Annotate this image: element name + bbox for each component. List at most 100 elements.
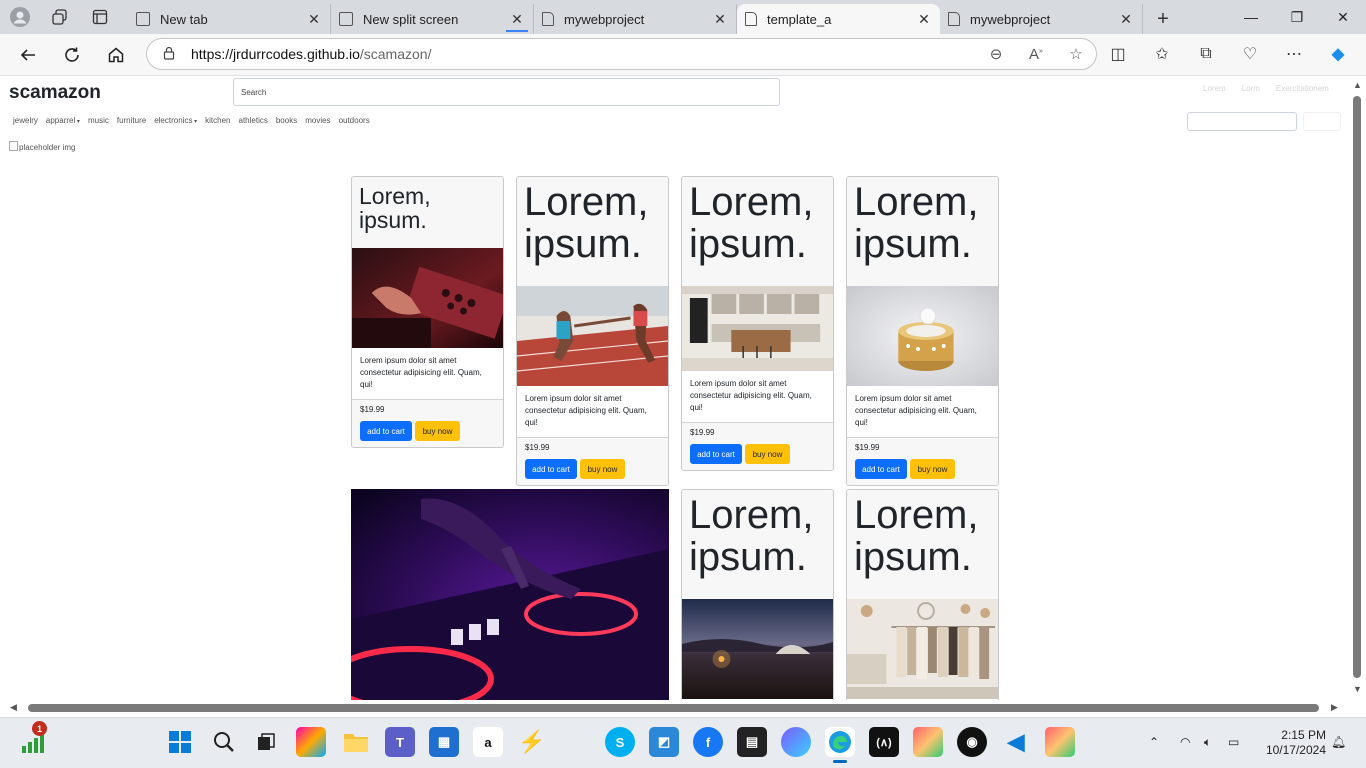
category-furniture[interactable]: furniture	[117, 116, 146, 125]
skype-icon[interactable]: S	[605, 727, 635, 757]
copilot-icon[interactable]: ◆	[1316, 36, 1360, 72]
back-icon[interactable]	[6, 37, 50, 73]
browser-essentials-icon[interactable]: ♡	[1228, 36, 1272, 72]
stocks-widget-icon[interactable]: 1	[18, 721, 48, 757]
close-icon[interactable]: ✕	[1118, 11, 1134, 28]
home-icon[interactable]	[94, 37, 138, 73]
edge-icon[interactable]	[825, 727, 855, 763]
buy-now-button[interactable]: buy now	[415, 421, 460, 441]
tab-new-split-screen[interactable]: New split screen ✕	[331, 4, 534, 34]
tab-mywebproject-2[interactable]: mywebproject ✕	[940, 4, 1143, 34]
lock-icon[interactable]	[163, 46, 175, 63]
vscode-icon[interactable]: ◀	[1001, 727, 1031, 757]
secondary-search-input[interactable]	[1187, 112, 1297, 131]
category-athletics[interactable]: athletics	[239, 116, 268, 125]
document-icon	[745, 12, 757, 26]
category-music[interactable]: music	[88, 116, 109, 125]
category-movies[interactable]: movies	[305, 116, 330, 125]
add-to-cart-button[interactable]: add to cart	[525, 459, 577, 479]
scroll-up-icon[interactable]: ▲	[1353, 80, 1362, 90]
collections-icon[interactable]: ⧉	[1184, 36, 1228, 72]
store-icon[interactable]: ▦	[429, 727, 459, 757]
power-automate-icon[interactable]: ⚡	[517, 727, 547, 757]
close-icon[interactable]: ✕	[916, 11, 932, 28]
category-jewelry[interactable]: jewelry	[13, 116, 38, 125]
close-icon[interactable]: ✕	[306, 11, 322, 28]
tab-template-a[interactable]: template_a ✕	[737, 4, 940, 34]
news-icon[interactable]: ▤	[737, 727, 767, 757]
top-link[interactable]: Lorm	[1242, 84, 1260, 93]
add-to-cart-button[interactable]: add to cart	[360, 421, 412, 441]
notifications-bell-icon[interactable]: 🔔︎	[1331, 735, 1346, 749]
teams-icon[interactable]: T	[385, 727, 415, 757]
card-title: Lorem, ipsum.	[847, 490, 998, 599]
favorite-star-icon[interactable]: ☆	[1056, 45, 1096, 63]
minimize-icon[interactable]: —	[1228, 0, 1274, 34]
show-hidden-icons-icon[interactable]: ⌃	[1149, 735, 1159, 749]
devhub-icon[interactable]: (∧)	[869, 727, 899, 757]
category-outdoors[interactable]: outdoors	[339, 116, 370, 125]
horizontal-scrollbar[interactable]: ◀ ▶	[0, 700, 1366, 717]
buy-now-button[interactable]: buy now	[580, 459, 625, 479]
photos-icon[interactable]: ◩	[649, 727, 679, 757]
add-to-cart-button[interactable]: add to cart	[855, 459, 907, 479]
task-view-icon[interactable]	[251, 727, 281, 757]
horizontal-scroll-thumb[interactable]	[28, 704, 1319, 712]
url-field[interactable]: https://jrdurrcodes.github.io/scamazon/ …	[146, 38, 1097, 70]
app-icon-2[interactable]	[913, 727, 943, 757]
scroll-right-icon[interactable]: ▶	[1331, 702, 1338, 713]
copilot-app-icon[interactable]	[296, 727, 326, 757]
top-link[interactable]: Lorem	[1203, 84, 1226, 93]
tab-new-tab[interactable]: New tab ✕	[128, 4, 331, 34]
add-to-cart-button[interactable]: add to cart	[690, 444, 742, 464]
close-icon[interactable]: ✕	[509, 11, 525, 28]
vertical-scroll-thumb[interactable]	[1353, 96, 1361, 678]
page-viewport: scamazon Lorem Lorm Exercitationem jewel…	[4, 76, 1349, 700]
profile-icon[interactable]	[0, 0, 40, 34]
site-logo[interactable]: scamazon	[9, 82, 101, 104]
restore-icon[interactable]: ❐	[1274, 0, 1320, 34]
refresh-icon[interactable]	[50, 37, 94, 73]
facebook-icon[interactable]: f	[693, 727, 723, 757]
buy-now-button[interactable]: buy now	[910, 459, 955, 479]
start-icon[interactable]	[165, 727, 195, 757]
tab-mywebproject[interactable]: mywebproject ✕	[534, 4, 737, 34]
close-icon[interactable]: ✕	[712, 11, 728, 28]
workspaces-icon[interactable]	[40, 0, 80, 34]
app-icon[interactable]	[781, 727, 811, 757]
clock[interactable]: 2:15 PM 10/17/2024	[1256, 728, 1326, 758]
github-icon[interactable]: ◉	[957, 727, 987, 757]
tab-strip: New tab ✕ New split screen ✕ mywebprojec…	[0, 0, 1366, 34]
battery-icon[interactable]: ▭	[1228, 735, 1239, 749]
scroll-down-icon[interactable]: ▼	[1353, 684, 1362, 694]
new-tab-button[interactable]: +	[1143, 4, 1183, 34]
category-nav: jewelry apparrel music furniture electro…	[13, 116, 378, 125]
volume-icon[interactable]: 🔈︎	[1204, 735, 1211, 750]
product-card: Lorem, ipsum. Lorem ipsum dolor sit amet…	[516, 176, 669, 486]
read-aloud-icon[interactable]: A»	[1016, 46, 1056, 63]
zoom-out-icon[interactable]: ⊖	[976, 45, 1016, 63]
top-link[interactable]: Exercitationem	[1276, 84, 1329, 93]
category-books[interactable]: books	[276, 116, 297, 125]
buy-now-button[interactable]: buy now	[745, 444, 790, 464]
favorites-icon[interactable]: ✩	[1140, 36, 1184, 72]
time: 2:15 PM	[1281, 728, 1326, 742]
secondary-search-button[interactable]	[1303, 112, 1341, 131]
page-icon	[339, 12, 353, 26]
category-apparrel[interactable]: apparrel	[46, 116, 80, 125]
scroll-left-icon[interactable]: ◀	[10, 702, 17, 713]
vertical-scrollbar[interactable]: ▲ ▼	[1349, 76, 1366, 700]
more-icon[interactable]: ⋯	[1272, 36, 1316, 72]
app-icon-3[interactable]	[1045, 727, 1075, 757]
amazon-icon[interactable]: a	[473, 727, 503, 757]
search-input[interactable]	[233, 78, 780, 106]
file-explorer-icon[interactable]	[341, 727, 371, 757]
window-close-icon[interactable]: ✕	[1320, 0, 1366, 34]
category-kitchen[interactable]: kitchen	[205, 116, 230, 125]
search-icon[interactable]	[209, 727, 239, 757]
tab-actions-icon[interactable]	[80, 0, 120, 34]
category-electronics[interactable]: electronics	[154, 116, 197, 125]
split-screen-icon[interactable]: ◫	[1096, 36, 1140, 72]
notification-badge: 1	[32, 721, 47, 736]
wifi-icon[interactable]: ◠	[1180, 735, 1190, 749]
